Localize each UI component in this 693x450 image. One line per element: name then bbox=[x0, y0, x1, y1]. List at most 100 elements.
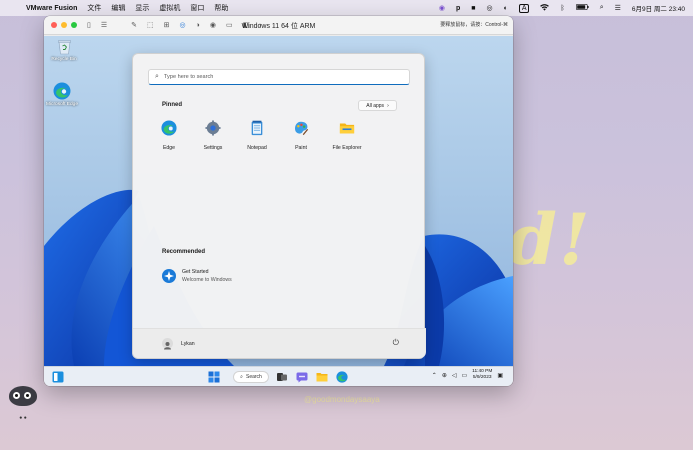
task-view-icon[interactable] bbox=[276, 371, 288, 383]
minimize-button[interactable] bbox=[61, 22, 67, 28]
recommended-title-text: Get Started bbox=[182, 269, 209, 275]
taskbar-date: 5/9/2023 bbox=[472, 375, 492, 381]
edge-icon bbox=[161, 120, 177, 136]
start-search-input[interactable] bbox=[163, 74, 384, 80]
input-method-icon[interactable]: A bbox=[518, 3, 530, 13]
control-center-icon[interactable]: ☰ bbox=[615, 4, 621, 12]
menu-vm[interactable]: 虚拟机 bbox=[159, 3, 180, 13]
pinned-notepad-label: Notepad bbox=[247, 145, 267, 151]
contrast-icon[interactable]: ◐ bbox=[504, 5, 508, 12]
taskbar-clock[interactable]: 11:40 PM 5/9/2023 bbox=[472, 369, 492, 382]
pinned-edge[interactable]: Edge bbox=[148, 120, 190, 151]
eye-icon[interactable]: ◉ bbox=[210, 21, 216, 29]
library-icon[interactable]: ☰ bbox=[101, 21, 107, 29]
search-icon: ⌕ bbox=[240, 374, 243, 380]
edge-shortcut[interactable]: Microsoft Edge bbox=[45, 82, 79, 108]
taskbar-search-button[interactable]: ⌕ Search bbox=[233, 371, 269, 383]
pinned-heading: Pinned bbox=[162, 102, 183, 108]
bluetooth-icon[interactable]: ᛒ bbox=[560, 5, 564, 12]
search-icon[interactable]: ⌕ bbox=[600, 4, 604, 12]
folder-icon[interactable] bbox=[316, 371, 328, 383]
chevron-right-icon: › bbox=[387, 102, 389, 109]
next-icon[interactable]: › bbox=[259, 22, 261, 29]
release-mouse-hint: 要释放鼠标，请按：Control-⌘ bbox=[440, 22, 508, 28]
pinned-settings[interactable]: Settings bbox=[192, 120, 234, 151]
sidebar-toggle-icon[interactable]: ▯ bbox=[87, 21, 91, 29]
chat-icon[interactable]: ■ bbox=[471, 5, 475, 12]
tools-icon[interactable]: ✎ bbox=[131, 21, 137, 29]
menu-edit[interactable]: 编辑 bbox=[111, 3, 125, 13]
recycle-bin-shortcut[interactable]: Recycle Bin bbox=[47, 39, 81, 63]
snapshot-icon[interactable]: ⬚ bbox=[147, 21, 154, 29]
mac-desktop-icon-label: ● ● bbox=[19, 415, 27, 421]
notification-icon[interactable]: ▣ bbox=[497, 372, 503, 379]
share-icon[interactable]: ◧ bbox=[243, 21, 250, 29]
user-account-button[interactable]: Lykan bbox=[162, 338, 195, 350]
wifi-icon[interactable] bbox=[540, 3, 550, 13]
menu-clock[interactable]: 6月9日 周二 23:40 bbox=[632, 3, 685, 13]
mac-menu-bar: VMware Fusion 文件 编辑 显示 虚拟机 窗口 帮助 ◉ p ■ ◎… bbox=[0, 0, 693, 16]
get-started-icon bbox=[162, 269, 176, 283]
pinned-paint[interactable]: Paint bbox=[280, 120, 322, 151]
start-menu-footer: Lykan ⏻ bbox=[133, 328, 426, 358]
watermark: @goodmondaysaaya bbox=[304, 395, 380, 404]
cd-icon[interactable]: ◑ bbox=[196, 22, 200, 29]
pinned-notepad[interactable]: Notepad bbox=[236, 120, 278, 151]
close-button[interactable] bbox=[51, 22, 57, 28]
folder-icon bbox=[339, 123, 355, 134]
windows-taskbar: ⌕ Search ⌃ ⊕ ◁ ▭ 11:40 PM 5/9/2023 ▣ bbox=[44, 366, 513, 386]
menu-window[interactable]: 窗口 bbox=[190, 3, 204, 13]
camera-icon[interactable]: ▭ bbox=[226, 21, 233, 29]
battery-icon[interactable]: ▭ bbox=[461, 372, 467, 379]
menu-file[interactable]: 文件 bbox=[87, 3, 101, 13]
notepad-icon bbox=[251, 120, 263, 136]
p-icon[interactable]: p bbox=[456, 5, 460, 12]
chat-icon[interactable] bbox=[296, 371, 308, 383]
start-search-box[interactable]: ⌕ bbox=[148, 69, 410, 85]
vmware-window: ▯ ☰ ✎ ⬚ ⊞ ◎ ◑ ◉ ▭ ◧ › Windows 11 64 位 AR… bbox=[44, 16, 513, 386]
pinned-file-explorer[interactable]: File Explorer bbox=[324, 120, 370, 151]
menu-view[interactable]: 显示 bbox=[135, 3, 149, 13]
googly-eyes-icon bbox=[9, 386, 37, 406]
all-apps-button[interactable]: All apps › bbox=[358, 100, 397, 111]
edge-icon[interactable] bbox=[336, 371, 348, 383]
mac-desktop-icon[interactable]: ● ● bbox=[8, 386, 38, 421]
circle-icon[interactable]: ◎ bbox=[486, 4, 492, 12]
network-icon[interactable]: ⊕ bbox=[442, 372, 447, 379]
chevron-up-icon[interactable]: ⌃ bbox=[432, 372, 437, 379]
recycle-bin-label: Recycle Bin bbox=[51, 57, 77, 62]
background-art: d! bbox=[508, 198, 592, 281]
start-button-icon[interactable] bbox=[208, 371, 220, 383]
volume-icon[interactable]: ◁ bbox=[452, 372, 457, 379]
widgets-icon[interactable] bbox=[52, 371, 64, 383]
recommended-get-started[interactable]: Get Started Welcome to Windows bbox=[162, 266, 312, 286]
menu-help[interactable]: 帮助 bbox=[214, 3, 228, 13]
edge-icon bbox=[53, 82, 71, 100]
avatar bbox=[162, 338, 173, 350]
pinned-paint-label: Paint bbox=[295, 145, 307, 151]
pinned-edge-label: Edge bbox=[162, 145, 176, 151]
user-name: Lykan bbox=[181, 340, 195, 347]
pinned-file-explorer-label: File Explorer bbox=[332, 145, 362, 151]
pinned-settings-label: Settings bbox=[203, 145, 223, 151]
all-apps-label: All apps bbox=[366, 102, 385, 109]
network-icon[interactable]: ⊞ bbox=[164, 21, 170, 29]
windows-desktop: Recycle Bin Microsoft Edge ⌕ Pinned All … bbox=[44, 36, 513, 366]
power-icon[interactable]: ⏻ bbox=[393, 338, 399, 348]
battery-icon[interactable] bbox=[575, 4, 589, 12]
settings-icon[interactable]: ◎ bbox=[180, 21, 186, 29]
search-icon: ⌕ bbox=[155, 73, 159, 80]
start-menu: ⌕ Pinned All apps › Edge bbox=[132, 53, 426, 359]
recycle-bin-icon bbox=[57, 40, 71, 55]
recommended-heading: Recommended bbox=[162, 249, 206, 255]
system-tray: ⌃ ⊕ ◁ ▭ 11:40 PM 5/9/2023 ▣ bbox=[432, 369, 503, 382]
zoom-button[interactable] bbox=[71, 22, 77, 28]
paint-icon bbox=[295, 121, 309, 136]
recommended-subtitle-text: Welcome to Windows bbox=[182, 277, 232, 283]
vpn-icon[interactable]: ◉ bbox=[439, 4, 445, 12]
menu-app-name[interactable]: VMware Fusion bbox=[26, 5, 77, 12]
settings-gear-icon bbox=[205, 120, 221, 136]
edge-label: Microsoft Edge bbox=[46, 102, 78, 107]
taskbar-search-label: Search bbox=[245, 374, 262, 380]
vmware-titlebar: ▯ ☰ ✎ ⬚ ⊞ ◎ ◑ ◉ ▭ ◧ › Windows 11 64 位 AR… bbox=[44, 16, 513, 35]
